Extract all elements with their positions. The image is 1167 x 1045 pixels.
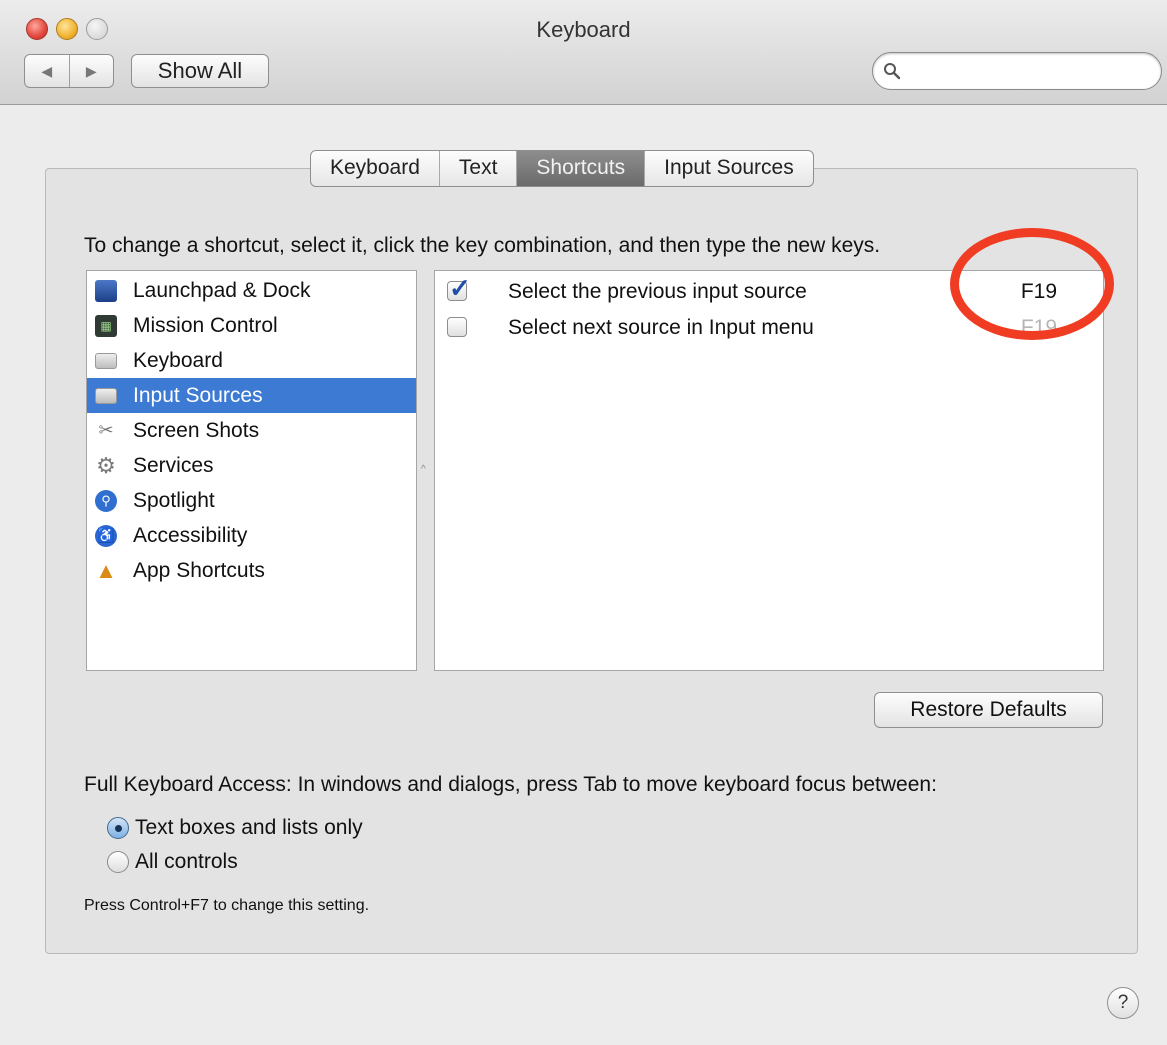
tab-input-sources[interactable]: Input Sources: [644, 151, 813, 186]
keyboard-icon: [95, 387, 117, 404]
help-button[interactable]: ?: [1107, 987, 1139, 1019]
chevron-left-icon: ◀: [41, 62, 53, 79]
mission-control-icon: ▦: [95, 314, 117, 337]
radio-button-selected[interactable]: [107, 817, 129, 839]
category-input-sources[interactable]: Input Sources: [87, 378, 416, 413]
shortcut-label: Select the previous input source: [508, 280, 807, 303]
category-label: Screen Shots: [133, 418, 260, 442]
show-all-button[interactable]: Show All: [131, 54, 269, 88]
gear-icon: ⚙: [96, 452, 116, 478]
category-label: Services: [133, 453, 214, 477]
search-input[interactable]: [907, 58, 1151, 86]
chevron-right-icon: ▶: [85, 62, 97, 79]
category-accessibility[interactable]: ♿ Accessibility: [87, 518, 416, 553]
radio-button[interactable]: [107, 851, 129, 873]
category-label: App Shortcuts: [133, 558, 265, 582]
category-screen-shots[interactable]: ✂ Screen Shots: [87, 413, 416, 448]
full-keyboard-access-label: Full Keyboard Access: In windows and dia…: [84, 773, 937, 796]
category-spotlight[interactable]: ⚲ Spotlight: [87, 483, 416, 518]
back-button[interactable]: ◀: [25, 55, 69, 87]
keyboard-access-hint: Press Control+F7 to change this setting.: [84, 897, 370, 914]
window-titlebar: Keyboard ◀ ▶ Show All: [0, 0, 1167, 105]
category-launchpad-dock[interactable]: Launchpad & Dock: [87, 273, 416, 308]
radio-text-boxes-only[interactable]: Text boxes and lists only: [107, 813, 363, 843]
search-icon: [884, 63, 901, 80]
category-mission-control[interactable]: ▦ Mission Control: [87, 308, 416, 343]
category-label: Spotlight: [133, 488, 215, 512]
radio-label: All controls: [135, 850, 238, 873]
launchpad-icon: [95, 279, 117, 302]
tab-shortcuts[interactable]: Shortcuts: [516, 151, 645, 186]
category-label: Mission Control: [133, 313, 278, 337]
search-field[interactable]: [872, 52, 1162, 90]
radio-all-controls[interactable]: All controls: [107, 847, 238, 877]
category-services[interactable]: ⚙ Services: [87, 448, 416, 483]
category-label: Keyboard: [133, 348, 223, 372]
category-label: Accessibility: [133, 523, 248, 547]
tab-text[interactable]: Text: [438, 151, 517, 186]
tab-bar: Keyboard Text Shortcuts Input Sources: [310, 150, 814, 187]
shortcut-enabled-checkbox[interactable]: [447, 317, 467, 337]
back-forward-control: ◀ ▶: [24, 54, 114, 88]
keyboard-icon: [95, 352, 117, 369]
forward-button[interactable]: ▶: [68, 55, 114, 87]
spotlight-icon: ⚲: [95, 489, 117, 512]
split-view-divider[interactable]: ^: [421, 464, 426, 475]
category-label: Launchpad & Dock: [133, 278, 311, 302]
checkmark-icon: ✓: [449, 273, 471, 303]
restore-defaults-button[interactable]: Restore Defaults: [874, 692, 1103, 728]
shortcut-category-list: Launchpad & Dock ▦ Mission Control Keybo…: [86, 270, 417, 671]
annotation-circle: [950, 228, 1114, 340]
accessibility-icon: ♿: [95, 524, 117, 547]
app-store-icon: ▲: [95, 557, 117, 583]
tab-keyboard[interactable]: Keyboard: [311, 151, 439, 186]
instructions-text: To change a shortcut, select it, click t…: [84, 234, 881, 257]
window-title: Keyboard: [536, 17, 631, 42]
category-app-shortcuts[interactable]: ▲ App Shortcuts: [87, 553, 416, 588]
shortcut-label: Select next source in Input menu: [508, 316, 814, 339]
radio-label: Text boxes and lists only: [135, 816, 363, 839]
screenshot-icon: ✂: [98, 420, 114, 440]
category-keyboard[interactable]: Keyboard: [87, 343, 416, 378]
shortcut-enabled-checkbox[interactable]: ✓: [447, 273, 471, 303]
category-label: Input Sources: [133, 383, 263, 407]
